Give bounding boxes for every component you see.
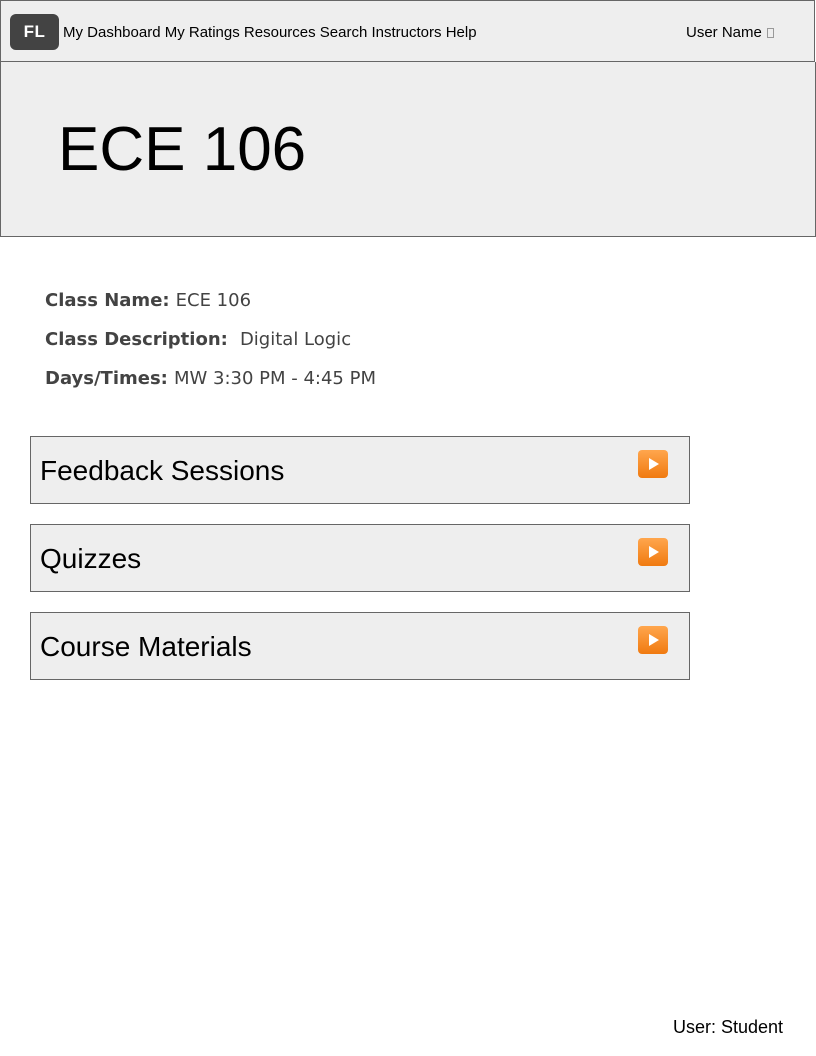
- play-button-icon[interactable]: [638, 626, 668, 654]
- class-description-value: Digital Logic: [239, 329, 352, 350]
- play-button-icon[interactable]: [638, 538, 668, 566]
- class-info: Class Name: ECE 106 Class Description: D…: [45, 286, 376, 403]
- class-name-label: Class Name:: [45, 290, 170, 311]
- nav-help[interactable]: Help: [446, 24, 477, 41]
- page-title: ECE 106: [58, 115, 307, 184]
- class-name-row: Class Name: ECE 106: [45, 286, 376, 325]
- main-nav: My Dashboard My Ratings Resources Search…: [63, 24, 477, 42]
- top-nav-bar: FL My Dashboard My Ratings Resources Sea…: [0, 0, 815, 62]
- days-times-row: Days/Times: MW 3:30 PM - 4:45 PM: [45, 364, 376, 403]
- class-name-value: ECE 106: [175, 290, 252, 311]
- user-name-label: User Name: [686, 24, 762, 41]
- days-times-label: Days/Times:: [45, 368, 168, 389]
- course-banner: ECE 106: [0, 62, 816, 237]
- section-label: Feedback Sessions: [40, 455, 285, 486]
- section-course-materials[interactable]: Course Materials: [30, 612, 690, 680]
- days-times-value: MW 3:30 PM - 4:45 PM: [173, 368, 376, 389]
- nav-my-dashboard[interactable]: My Dashboard: [63, 24, 161, 41]
- nav-resources[interactable]: Resources: [244, 24, 316, 41]
- nav-my-ratings[interactable]: My Ratings: [165, 24, 240, 41]
- class-description-label: Class Description:: [45, 329, 228, 350]
- user-menu-caret-icon: [766, 28, 774, 38]
- page: FL My Dashboard My Ratings Resources Sea…: [0, 0, 816, 1056]
- class-description-row: Class Description: Digital Logic: [45, 325, 376, 364]
- nav-search-instructors[interactable]: Search Instructors: [320, 24, 442, 41]
- section-feedback-sessions[interactable]: Feedback Sessions: [30, 436, 690, 504]
- play-button-icon[interactable]: [638, 450, 668, 478]
- user-menu[interactable]: User Name: [686, 24, 774, 42]
- app-logo[interactable]: FL: [10, 14, 59, 50]
- section-quizzes[interactable]: Quizzes: [30, 524, 690, 592]
- section-label: Quizzes: [40, 543, 142, 574]
- section-label: Course Materials: [40, 631, 252, 662]
- current-user-role: User: Student: [673, 1017, 784, 1037]
